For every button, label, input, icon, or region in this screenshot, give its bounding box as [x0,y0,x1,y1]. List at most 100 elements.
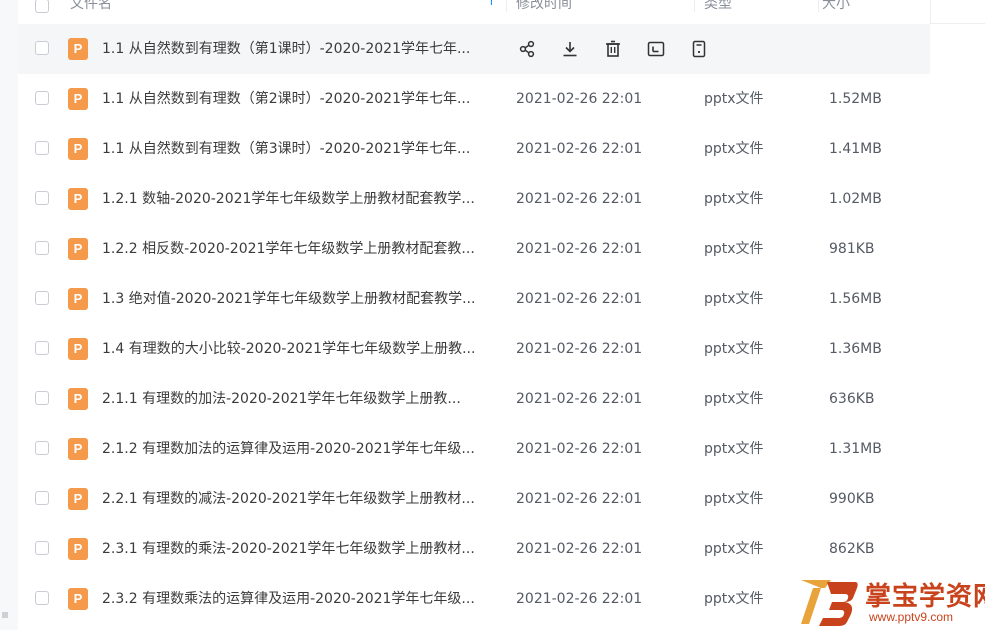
file-name[interactable]: 2.3.1 有理数的乘法-2020-2021学年七年级数学上册教材... [102,524,502,574]
row-checkbox[interactable] [35,541,49,555]
pptx-file-icon: P [68,138,88,160]
pptx-file-icon: P [68,388,88,410]
file-row[interactable]: P 1.2.1 数轴-2020-2021学年七年级数学上册教材配套教学... 202… [18,174,985,224]
file-size: 1.36MB [829,341,882,357]
header-size[interactable]: 大小 [822,0,850,23]
file-size: 990KB [829,491,875,507]
row-checkbox[interactable] [35,591,49,605]
row-checkbox[interactable] [35,241,49,255]
file-type: pptx文件 [704,291,764,307]
sort-arrow-up-icon[interactable]: ↑ [486,0,497,10]
file-row[interactable]: P 1.1 从自然数到有理数（第2课时）-2020-2021学年七年... 2021… [18,74,985,124]
row-checkbox[interactable] [35,391,49,405]
file-name[interactable]: 1.4 有理数的大小比较-2020-2021学年七年级数学上册教... [102,324,502,374]
watermark-logo-icon [801,580,858,626]
file-name[interactable]: 1.2.1 数轴-2020-2021学年七年级数学上册教材配套教学... [102,174,502,224]
file-name[interactable]: 2.1.2 有理数加法的运算律及运用-2020-2021学年七年级... [102,424,502,474]
file-modified-time: 2021-02-26 22:01 [516,391,643,407]
header-end-cell [930,0,985,24]
header-divider [694,0,695,12]
file-row[interactable]: P 1.1 从自然数到有理数（第3课时）-2020-2021学年七年... 2021… [18,124,985,174]
header-divider [506,0,507,12]
pptx-file-icon: P [68,238,88,260]
file-name[interactable]: 2.2.1 有理数的减法-2020-2021学年七年级数学上册教材... [102,474,502,524]
file-modified-time: 2021-02-26 22:01 [516,141,643,157]
watermark-title: 掌宝学资网 [865,582,985,612]
row-checkbox[interactable] [35,491,49,505]
row-checkbox[interactable] [35,91,49,105]
file-type: pptx文件 [704,341,764,357]
file-modified-time: 2021-02-26 22:01 [516,91,643,107]
file-type: pptx文件 [704,541,764,557]
header-name[interactable]: 文件名 [70,0,112,23]
header-type[interactable]: 类型 [704,0,732,23]
file-type: pptx文件 [704,391,764,407]
rename-icon[interactable] [646,39,666,59]
watermark-url: www.pptv9.com [869,610,954,624]
gutter-handle [2,612,8,618]
file-modified-time: 2021-02-26 22:01 [516,441,643,457]
file-name[interactable]: 1.1 从自然数到有理数（第3课时）-2020-2021学年七年... [102,124,502,174]
file-size: 636KB [829,391,875,407]
file-name[interactable]: 1.1 从自然数到有理数（第1课时）-2020-2021学年七年... [102,24,502,74]
file-name[interactable]: 1.3 绝对值-2020-2021学年七年级数学上册教材配套教学... [102,274,502,324]
pptx-file-icon: P [68,438,88,460]
pptx-file-icon: P [68,188,88,210]
file-type: pptx文件 [704,591,764,607]
left-gutter [0,0,18,630]
file-size: 1.41MB [829,141,882,157]
file-size: 1.02MB [829,191,882,207]
file-type: pptx文件 [704,441,764,457]
pptx-file-icon: P [68,338,88,360]
pptx-file-icon: P [68,588,88,610]
file-size: 1.56MB [829,291,882,307]
file-row[interactable]: P 2.3.1 有理数的乘法-2020-2021学年七年级数学上册教材... 202… [18,524,985,574]
file-size: 1.31MB [829,441,882,457]
pptx-file-icon: P [68,38,88,60]
file-type: pptx文件 [704,191,764,207]
file-type: pptx文件 [704,491,764,507]
row-checkbox[interactable] [35,141,49,155]
row-checkbox[interactable] [35,341,49,355]
file-type: pptx文件 [704,141,764,157]
file-modified-time: 2021-02-26 22:01 [516,241,643,257]
row-checkbox[interactable] [35,191,49,205]
delete-icon[interactable] [603,39,623,59]
file-row[interactable]: P 1.3 绝对值-2020-2021学年七年级数学上册教材配套教学... 2021… [18,274,985,324]
file-name[interactable]: 1.2.2 相反数-2020-2021学年七年级数学上册教材配套教... [102,224,502,274]
file-row[interactable]: P 1.2.2 相反数-2020-2021学年七年级数学上册教材配套教... 202… [18,224,985,274]
file-modified-time: 2021-02-26 22:01 [516,291,643,307]
file-row[interactable]: P 2.2.1 有理数的减法-2020-2021学年七年级数学上册教材... 202… [18,474,985,524]
file-modified-time: 2021-02-26 22:01 [516,341,643,357]
select-all-checkbox[interactable] [35,0,49,13]
header-divider [818,0,819,12]
download-icon[interactable] [560,39,580,59]
file-type: pptx文件 [704,241,764,257]
file-row[interactable]: P 2.1.1 有理数的加法-2020-2021学年七年级数学上册教... 2021… [18,374,985,424]
file-modified-time: 2021-02-26 22:01 [516,191,643,207]
file-size: 1.52MB [829,91,882,107]
row-checkbox[interactable] [35,441,49,455]
row-checkbox[interactable] [35,291,49,305]
file-modified-time: 2021-02-26 22:01 [516,491,643,507]
file-row[interactable]: P 1.1 从自然数到有理数（第1课时）-2020-2021学年七年... [18,24,930,74]
file-size: 981KB [829,241,875,257]
column-header: 文件名 ↑ 修改时间 类型 大小 [18,0,985,24]
pptx-file-icon: P [68,488,88,510]
file-row[interactable]: P 2.1.2 有理数加法的运算律及运用-2020-2021学年七年级... 202… [18,424,985,474]
file-name[interactable]: 2.1.1 有理数的加法-2020-2021学年七年级数学上册教... [102,374,502,424]
file-modified-time: 2021-02-26 22:01 [516,541,643,557]
pptx-file-icon: P [68,538,88,560]
file-modified-time: 2021-02-26 22:01 [516,591,643,607]
file-name[interactable]: 2.3.2 有理数乘法的运算律及运用-2020-2021学年七年级... [102,574,502,624]
more-icon[interactable] [689,39,709,59]
row-checkbox[interactable] [35,41,49,55]
share-icon[interactable] [517,39,537,59]
file-type: pptx文件 [704,91,764,107]
header-time[interactable]: 修改时间 [516,0,572,23]
file-name[interactable]: 1.1 从自然数到有理数（第2课时）-2020-2021学年七年... [102,74,502,124]
file-size: 862KB [829,541,875,557]
pptx-file-icon: P [68,288,88,310]
watermark: 掌宝学资网 www.pptv9.com [797,572,985,630]
file-row[interactable]: P 1.4 有理数的大小比较-2020-2021学年七年级数学上册教... 2021… [18,324,985,374]
